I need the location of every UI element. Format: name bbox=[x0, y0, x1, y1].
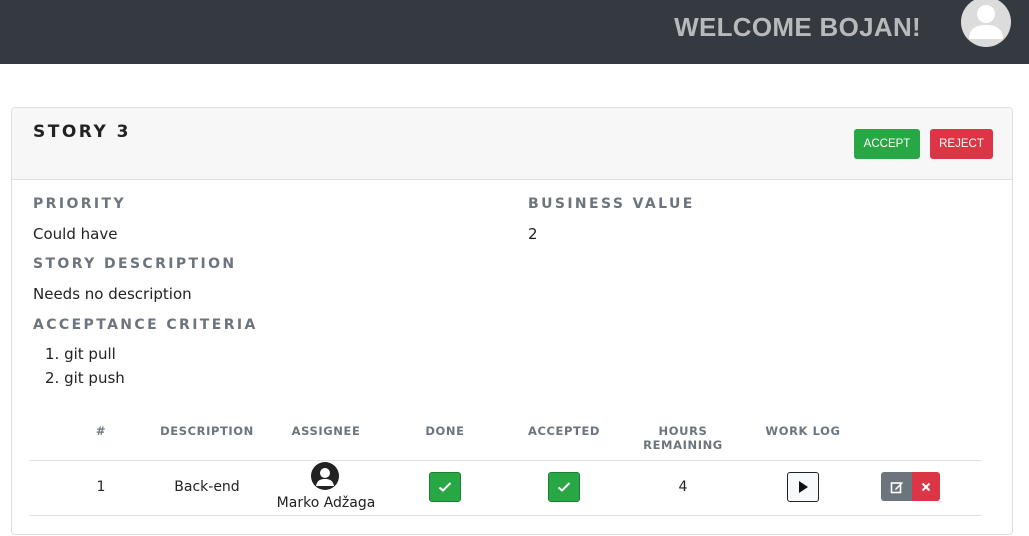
task-assignee: Marko Adžaga bbox=[276, 495, 376, 511]
play-icon bbox=[799, 481, 808, 493]
table-divider bbox=[29, 460, 982, 461]
top-navbar: WELCOME BOJAN! bbox=[0, 0, 1029, 64]
column-header-description: DESCRIPTION bbox=[160, 424, 254, 438]
edit-icon bbox=[890, 481, 903, 493]
column-header-done: DONE bbox=[425, 424, 465, 438]
column-header-assignee: ASSIGNEE bbox=[291, 424, 361, 438]
check-icon bbox=[557, 482, 571, 492]
task-description: Back-end bbox=[174, 479, 240, 495]
tasks-table: # DESCRIPTION ASSIGNEE DONE ACCEPTED HOU… bbox=[11, 107, 1013, 535]
table-bottom-divider bbox=[29, 515, 982, 516]
check-icon bbox=[438, 482, 452, 492]
done-check-button[interactable] bbox=[429, 472, 461, 502]
column-header-work-log: WORK LOG bbox=[765, 424, 841, 438]
edit-task-button[interactable] bbox=[881, 472, 912, 501]
delete-task-button[interactable] bbox=[912, 472, 940, 501]
column-header-number: # bbox=[95, 424, 107, 438]
welcome-text: WELCOME BOJAN! bbox=[674, 12, 921, 42]
task-hours-remaining: 4 bbox=[678, 479, 688, 495]
column-header-accepted: ACCEPTED bbox=[527, 424, 601, 438]
work-log-play-button[interactable] bbox=[787, 472, 819, 502]
column-header-hours-remaining: HOURS REMAINING bbox=[643, 424, 723, 452]
user-avatar-icon[interactable] bbox=[961, 0, 1011, 47]
assignee-user-icon bbox=[311, 462, 339, 490]
close-icon bbox=[921, 482, 931, 491]
task-number: 1 bbox=[96, 479, 106, 495]
accepted-check-button[interactable] bbox=[548, 472, 580, 502]
